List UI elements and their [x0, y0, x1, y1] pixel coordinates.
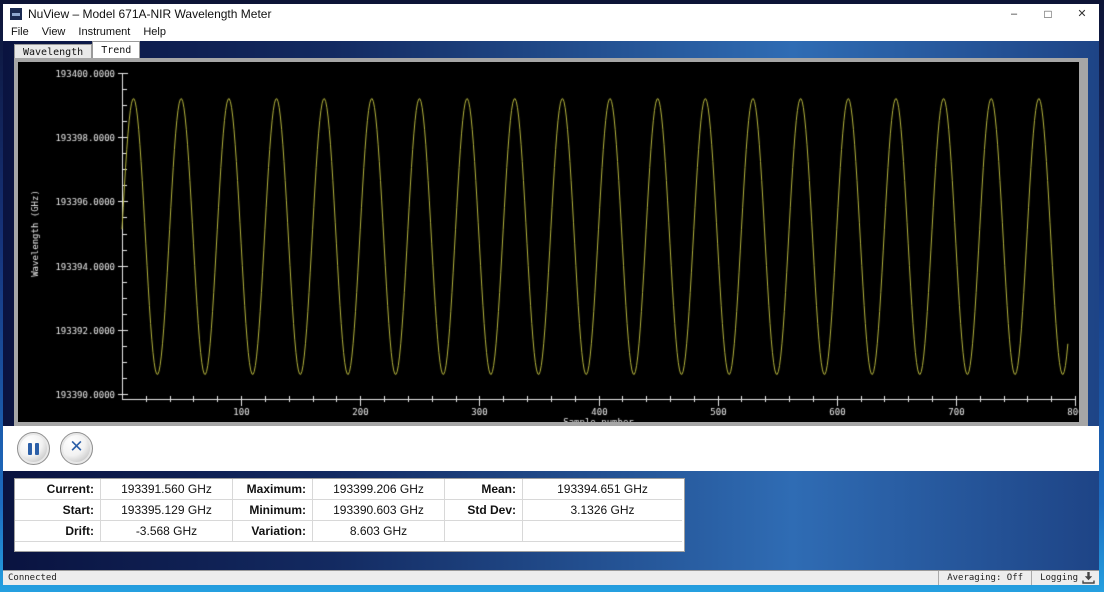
- stat-value-current: 193391.560 GHz: [101, 479, 233, 500]
- stop-x-icon: ✕: [69, 439, 83, 456]
- stat-value-minimum: 193390.603 GHz: [313, 500, 445, 521]
- logging-label: Logging: [1040, 573, 1078, 583]
- stats-table: Current: 193391.560 GHz Maximum: 193399.…: [15, 479, 684, 542]
- minimize-button[interactable]: –: [997, 4, 1031, 23]
- menu-view[interactable]: View: [42, 26, 75, 38]
- tab-strip: Wavelength Trend: [14, 41, 1099, 58]
- stat-label-minimum: Minimum:: [233, 500, 313, 521]
- menu-bar: File View Instrument Help: [3, 23, 1099, 41]
- connection-status: Connected: [3, 571, 938, 585]
- client-area: Wavelength Trend ✕ Current: 193391.56: [3, 41, 1099, 570]
- logging-control[interactable]: Logging: [1031, 571, 1099, 585]
- menu-file[interactable]: File: [11, 26, 38, 38]
- stat-value-start: 193395.129 GHz: [101, 500, 233, 521]
- app-window: NuView – Model 671A-NIR Wavelength Meter…: [3, 4, 1099, 585]
- stat-value-mean: 193394.651 GHz: [523, 479, 682, 500]
- stat-value-stddev: 3.1326 GHz: [523, 500, 682, 521]
- stats-area: Current: 193391.560 GHz Maximum: 193399.…: [3, 471, 1099, 570]
- tab-trend[interactable]: Trend: [92, 41, 140, 58]
- window-controls: – □ ✕: [997, 4, 1099, 23]
- acquisition-controls: ✕: [3, 426, 1099, 471]
- menu-instrument[interactable]: Instrument: [78, 26, 139, 38]
- stat-value-variation: 8.603 GHz: [313, 521, 445, 542]
- title-bar: NuView – Model 671A-NIR Wavelength Meter…: [3, 4, 1099, 23]
- pause-button[interactable]: [17, 432, 50, 465]
- desktop-frame: NuView – Model 671A-NIR Wavelength Meter…: [0, 0, 1104, 592]
- stat-label-mean: Mean:: [445, 479, 523, 500]
- window-title: NuView – Model 671A-NIR Wavelength Meter: [28, 7, 271, 21]
- menu-help[interactable]: Help: [143, 26, 175, 38]
- logging-download-icon: [1082, 572, 1095, 584]
- stat-label-current: Current:: [15, 479, 101, 500]
- trend-chart-panel: [14, 58, 1088, 426]
- pause-icon: [28, 443, 39, 455]
- stat-value-empty: [523, 521, 682, 542]
- status-bar: Connected Averaging: Off Logging: [3, 570, 1099, 585]
- maximize-button[interactable]: □: [1031, 4, 1065, 23]
- tab-wavelength[interactable]: Wavelength: [14, 44, 92, 58]
- stat-label-variation: Variation:: [233, 521, 313, 542]
- stat-value-maximum: 193399.206 GHz: [313, 479, 445, 500]
- app-logo-icon: [10, 8, 22, 20]
- trend-chart[interactable]: [18, 62, 1079, 422]
- stat-label-maximum: Maximum:: [233, 479, 313, 500]
- stats-footer: [15, 542, 684, 551]
- stat-label-empty: [445, 521, 523, 542]
- stop-button[interactable]: ✕: [60, 432, 93, 465]
- stats-panel: Current: 193391.560 GHz Maximum: 193399.…: [14, 478, 685, 552]
- averaging-status: Averaging: Off: [938, 571, 1031, 585]
- stat-label-drift: Drift:: [15, 521, 101, 542]
- stat-value-drift: -3.568 GHz: [101, 521, 233, 542]
- close-button[interactable]: ✕: [1065, 4, 1099, 23]
- stat-label-start: Start:: [15, 500, 101, 521]
- stat-label-stddev: Std Dev:: [445, 500, 523, 521]
